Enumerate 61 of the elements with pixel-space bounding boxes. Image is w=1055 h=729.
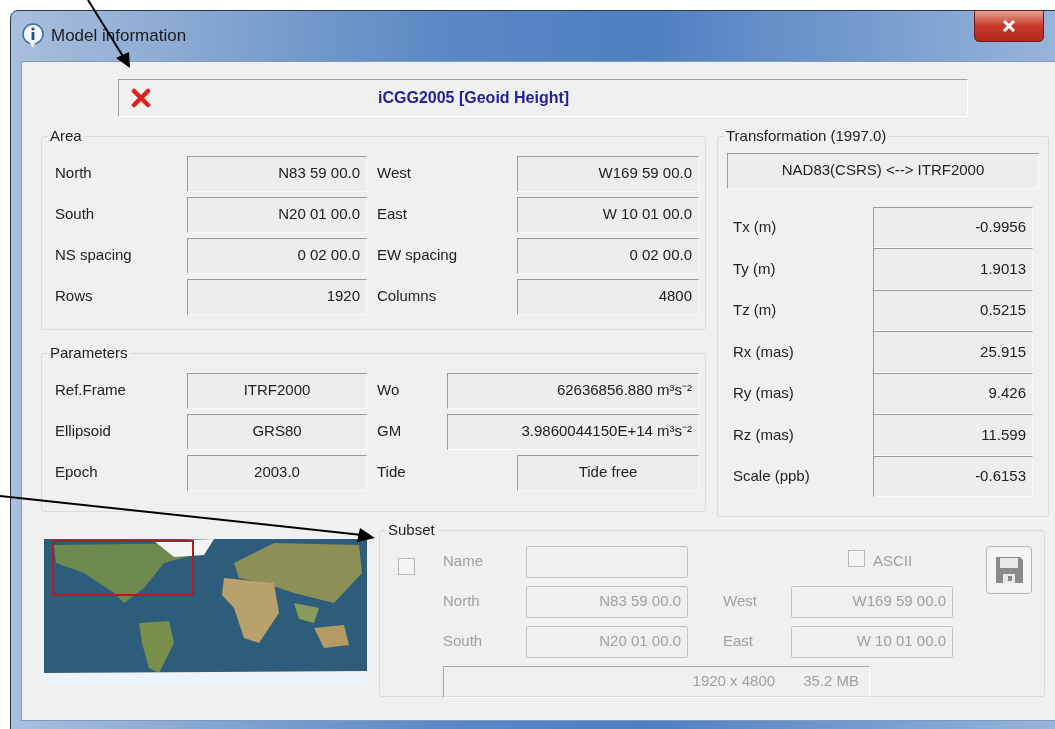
datum-field: NAD83(CSRS) <--> ITRF2000 — [727, 152, 1039, 189]
field-label: West — [723, 591, 758, 612]
group-title: Parameters — [49, 343, 129, 363]
field-label: Rows — [55, 286, 94, 307]
file-size: 35.2 MB — [803, 671, 859, 692]
value-field: N83 59 00.0 — [187, 155, 367, 192]
group-title: Area — [49, 126, 83, 146]
field-label: East — [723, 631, 754, 652]
selection-rectangle[interactable] — [52, 540, 194, 596]
field-label: Tide — [377, 462, 407, 483]
param-label: Ty (m) — [732, 258, 777, 279]
field-label: Ellipsoid — [55, 421, 112, 442]
field-label: Columns — [377, 286, 438, 307]
close-icon — [1002, 20, 1016, 32]
value-field: 0 02 00.0 — [517, 237, 699, 274]
param-label: Ry (mas) — [732, 383, 795, 403]
group-title: Subset — [387, 520, 436, 540]
field-label: East — [377, 204, 408, 225]
value-field: Tide free — [517, 454, 699, 491]
group-title: Transformation (1997.0) — [725, 126, 888, 146]
info-icon — [21, 23, 45, 49]
value-field: 25.915 — [873, 331, 1033, 373]
field-label: North — [55, 163, 93, 184]
param-label: Rx (mas) — [732, 341, 795, 362]
value-field: 2003.0 — [187, 454, 367, 491]
field-label: Ref.Frame — [55, 380, 127, 401]
value-field: W169 59 00.0 — [517, 155, 699, 192]
param-label: Tz (m) — [732, 300, 778, 320]
field-label: Epoch — [55, 462, 99, 483]
value-field: GRS80 — [187, 413, 367, 450]
value-field: W 10 01 00.0 — [517, 196, 699, 233]
field-label: NS spacing — [55, 245, 133, 266]
field-label: South — [55, 204, 96, 225]
close-button[interactable] — [974, 10, 1044, 42]
value-field: 3.9860044150E+14 m³s⁻² — [447, 413, 699, 450]
field-label: Name — [443, 551, 484, 572]
param-label: Rz (mas) — [732, 424, 795, 445]
value-field: -0.6153 — [873, 455, 1033, 497]
checkbox-label: ASCII — [873, 551, 913, 572]
value-field: ITRF2000 — [187, 372, 367, 409]
field-label: North — [443, 591, 481, 612]
value-field: -0.9956 — [873, 206, 1033, 248]
param-label: Scale (ppb) — [732, 466, 811, 486]
value-field: 0.5215 — [873, 289, 1033, 331]
field-label: Wo — [377, 380, 401, 401]
error-x-icon — [131, 88, 151, 108]
field-label: EW spacing — [377, 245, 459, 266]
value-field: 1.9013 — [873, 248, 1033, 290]
grid-size: 1920 x 4800 — [692, 671, 776, 692]
field-label: South — [443, 631, 484, 652]
value-field: 1920 — [187, 278, 367, 315]
value-field: N20 01 00.0 — [187, 196, 367, 233]
model-name: iCGG2005 [Geoid Height] — [378, 88, 570, 108]
value-field: 0 02 00.0 — [187, 237, 367, 274]
field-label: GM — [377, 421, 403, 442]
value-field: 4800 — [517, 278, 699, 315]
value-field: 9.426 — [873, 372, 1033, 414]
field-label: West — [377, 163, 412, 184]
value-field: 11.599 — [873, 414, 1033, 456]
param-label: Tx (m) — [732, 217, 778, 237]
value-field: 62636856.880 m³s⁻² — [447, 372, 699, 409]
